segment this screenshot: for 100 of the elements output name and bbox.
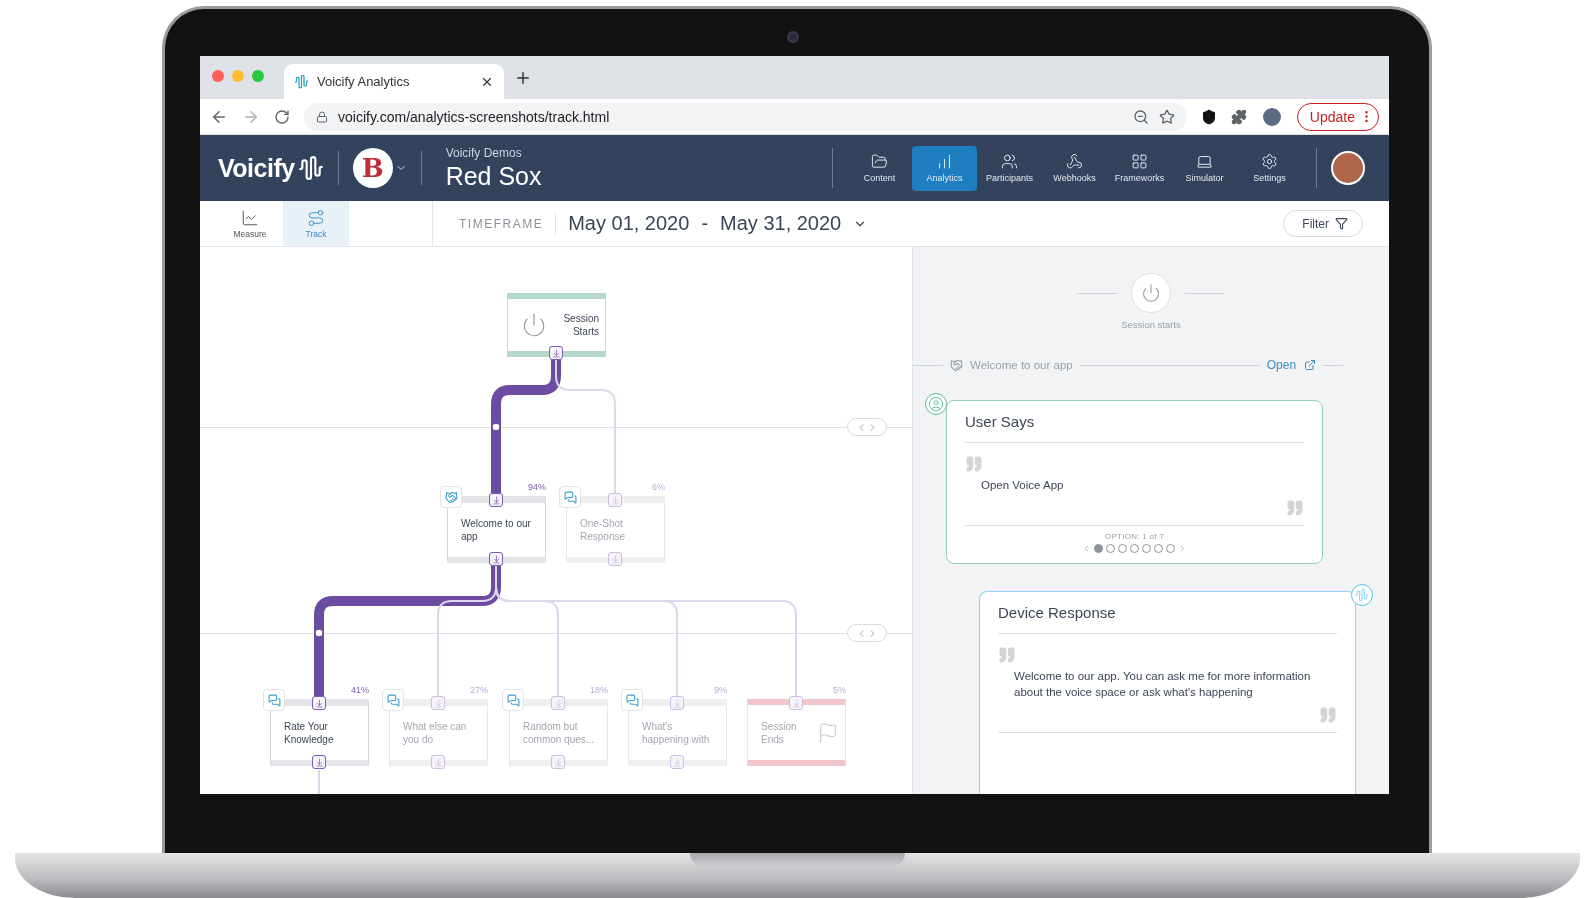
percentage-label: 9% xyxy=(713,685,727,695)
input-port-icon[interactable] xyxy=(312,696,326,710)
power-icon xyxy=(521,312,547,338)
star-icon[interactable] xyxy=(1158,108,1175,125)
power-icon xyxy=(1131,273,1171,313)
view-tab[interactable]: Measure xyxy=(217,201,283,246)
user-avatar[interactable] xyxy=(1331,151,1365,185)
card-title: User Says xyxy=(965,413,1304,443)
path-marker xyxy=(314,628,324,638)
path-marker xyxy=(491,422,501,432)
gear-icon xyxy=(1261,153,1278,170)
puzzle-icon[interactable] xyxy=(1230,108,1247,125)
output-port-icon[interactable] xyxy=(549,346,563,360)
nav-item[interactable]: Frameworks xyxy=(1107,145,1172,191)
organization-name: Voicify Demos xyxy=(445,145,523,160)
next-icon[interactable] xyxy=(1178,544,1187,553)
input-port-icon[interactable] xyxy=(489,493,503,507)
percentage-label: 6% xyxy=(651,482,665,492)
grid-icon xyxy=(1131,153,1148,170)
quote-text: Welcome to our app. You can ask me for more information about the voice space or ask what's happening xyxy=(1014,669,1312,700)
maximize-window-icon[interactable] xyxy=(252,69,264,82)
handshake-icon xyxy=(440,486,462,508)
external-link-icon xyxy=(1304,359,1317,371)
flow-node[interactable]: Welcome to our app xyxy=(447,496,546,563)
chat-bubbles-icon xyxy=(263,689,285,711)
pagination-dot[interactable] xyxy=(1166,544,1175,553)
flow-connector xyxy=(318,769,320,794)
input-port-icon[interactable] xyxy=(608,493,622,507)
update-button[interactable]: Update xyxy=(1296,102,1379,131)
laptop-icon xyxy=(1196,153,1213,170)
node-title: What's happening with xyxy=(642,720,711,746)
filter-button[interactable]: Filter xyxy=(1283,210,1363,237)
browser-tab[interactable]: Voicify Analytics xyxy=(284,64,504,99)
input-port-icon[interactable] xyxy=(431,696,445,710)
pagination-dot[interactable] xyxy=(1142,544,1151,553)
nav-item[interactable]: Content xyxy=(847,145,912,191)
input-port-icon[interactable] xyxy=(551,696,565,710)
session-label: Session starts xyxy=(1121,319,1181,330)
percentage-label: 94% xyxy=(527,482,546,492)
nav-item[interactable]: Participants xyxy=(977,145,1042,191)
node-title: One-Shot Response xyxy=(580,517,627,543)
node-title: Rate Your Knowledge xyxy=(284,720,335,746)
close-quote-icon xyxy=(1319,706,1337,724)
option-label: OPTION: 1 of 7 xyxy=(1104,532,1165,541)
chat-bubbles-icon xyxy=(559,486,581,508)
pagination-dot[interactable] xyxy=(1118,544,1127,553)
previous-icon[interactable] xyxy=(1082,544,1091,553)
pagination-dot[interactable] xyxy=(1094,544,1103,553)
scroll-arrows-button[interactable] xyxy=(847,624,887,642)
quote-text: Open Voice App xyxy=(981,478,1065,493)
node-title: Session Ends xyxy=(761,719,798,746)
node-title: Session Starts xyxy=(562,312,599,338)
minimize-window-icon[interactable] xyxy=(232,69,244,82)
nav-item[interactable]: Webhooks xyxy=(1042,145,1107,191)
reload-icon[interactable] xyxy=(274,108,290,125)
folder-icon xyxy=(871,153,888,170)
tab-title: Voicify Analytics xyxy=(317,74,411,89)
close-quote-icon xyxy=(1286,499,1304,517)
start-date[interactable]: May 01, 2020 xyxy=(568,212,690,235)
input-port-icon[interactable] xyxy=(670,696,684,710)
nav-item[interactable]: Simulator xyxy=(1172,145,1237,191)
handshake-icon xyxy=(950,358,963,372)
pagination-dot[interactable] xyxy=(1130,544,1139,553)
flow-node[interactable]: Rate Your Knowledge xyxy=(270,699,369,766)
output-port-icon[interactable] xyxy=(489,552,503,566)
percentage-label: 41% xyxy=(350,685,369,695)
nav-item[interactable]: Settings xyxy=(1237,145,1302,191)
date-separator: - xyxy=(701,212,709,235)
flag-icon xyxy=(817,721,839,744)
url-text: voicify.com/analytics-screenshots/track.html xyxy=(338,108,611,125)
nav-item[interactable]: Analytics xyxy=(912,145,977,191)
node-title: Random but common ques... xyxy=(523,720,596,746)
favicon-icon xyxy=(294,74,309,89)
chat-bubbles-icon xyxy=(621,689,643,711)
percentage-label: 27% xyxy=(469,685,488,695)
chat-bubbles-icon xyxy=(502,689,524,711)
camera-icon xyxy=(787,31,799,43)
line-chart-icon xyxy=(241,208,259,227)
scroll-arrows-button[interactable] xyxy=(847,418,887,436)
pagination-dot[interactable] xyxy=(1154,544,1163,553)
zoom-out-icon[interactable] xyxy=(1132,108,1149,125)
lock-icon xyxy=(316,110,328,123)
close-window-icon[interactable] xyxy=(212,69,224,82)
pagination-dot[interactable] xyxy=(1106,544,1115,553)
output-port-icon[interactable] xyxy=(312,755,326,769)
open-quote-icon xyxy=(965,455,983,473)
timeframe-label: TIMEFRAME xyxy=(459,212,557,235)
open-quote-icon xyxy=(998,646,1016,664)
step-title: Welcome to our app xyxy=(970,359,1073,371)
end-date[interactable]: May 31, 2020 xyxy=(720,212,842,235)
chat-bubbles-icon xyxy=(382,689,404,711)
flow-node[interactable]: Session Starts xyxy=(507,293,606,357)
address-bar[interactable]: voicify.com/analytics-screenshots/track.html xyxy=(304,102,1187,131)
node-title: Welcome to our app xyxy=(461,517,532,543)
node-title: What else can you do xyxy=(403,720,468,746)
extension-icon[interactable] xyxy=(1200,108,1217,125)
input-port-icon[interactable] xyxy=(789,696,803,710)
webhook-icon xyxy=(1066,153,1083,170)
percentage-label: 18% xyxy=(589,685,608,695)
team-logo[interactable]: B xyxy=(352,148,393,188)
